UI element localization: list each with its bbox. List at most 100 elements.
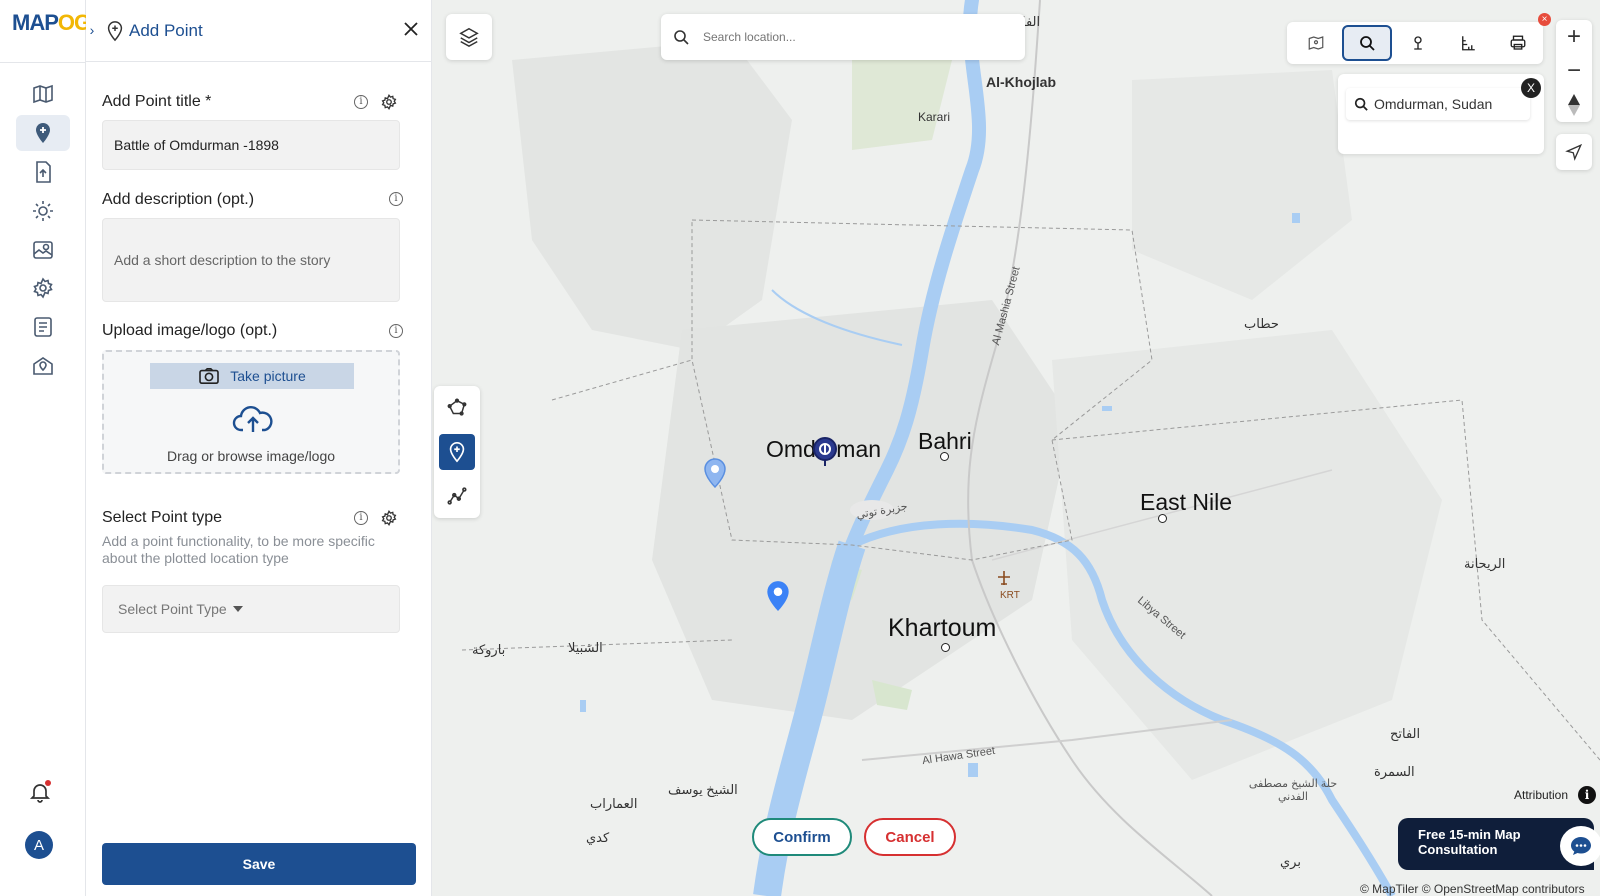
print-icon [1510, 35, 1526, 50]
chat-icon [1571, 837, 1591, 855]
panel-header: › Add Point [86, 0, 432, 62]
map-marker[interactable] [766, 580, 790, 612]
avatar[interactable]: A [25, 831, 53, 859]
save-button[interactable]: Save [102, 843, 416, 885]
info-icon[interactable]: i [389, 192, 403, 206]
add-point-icon [449, 442, 465, 463]
settings-sun-icon [33, 201, 53, 221]
close-tools-icon[interactable]: × [1538, 13, 1551, 26]
search-result-item[interactable]: Omdurman, Sudan [1346, 88, 1530, 120]
add-point-panel: › Add Point Add Point title * i Battle o… [86, 0, 432, 896]
tool-map-view[interactable] [1291, 25, 1341, 61]
caret-down-icon [232, 606, 243, 612]
map-label-ar-baroka: باروكة [472, 642, 506, 657]
layers-button[interactable] [446, 14, 492, 60]
search-result-card: Omdurman, Sudan [1338, 74, 1544, 154]
zoom-control: + − [1556, 20, 1592, 122]
rail-item-pin-box[interactable] [16, 348, 70, 384]
close-result-button[interactable]: X [1521, 78, 1541, 98]
take-picture-button[interactable]: Take picture [150, 363, 354, 389]
panel-title: Add Point [129, 21, 203, 40]
map-label-ar-shaykh-yusuf: الشيخ يوسف [668, 782, 738, 797]
zoom-out-button[interactable]: − [1556, 54, 1592, 88]
tool-pin[interactable] [1393, 25, 1443, 61]
add-point-icon [36, 123, 50, 143]
description-textarea[interactable]: Add a short description to the story [102, 218, 400, 302]
map-label-ar-hillat: حلة الشيخ مصطفى الفدني [1248, 778, 1338, 803]
camera-icon [199, 367, 220, 385]
app-root: MAPOG A › Add Point Add Point title * i … [0, 0, 1600, 896]
map-marker-light[interactable] [704, 458, 726, 488]
take-picture-label: Take picture [230, 368, 306, 384]
info-icon[interactable]: i [1578, 786, 1596, 804]
gear-icon[interactable] [380, 509, 398, 527]
rail-item-upload[interactable] [16, 154, 70, 190]
map-label-khartoum: Khartoum [888, 614, 997, 642]
map-tool-strip [1287, 22, 1543, 64]
new-point-marker[interactable] [812, 436, 838, 468]
rail-item-layers[interactable] [16, 232, 70, 268]
cloud-upload-icon [232, 406, 273, 432]
location-pin-icon [1414, 36, 1422, 50]
rail-item-map[interactable] [16, 76, 70, 112]
map-canvas[interactable]: Omdurman Bahri Khartoum East Nile Al-Kho… [432, 0, 1600, 896]
search-icon [1354, 97, 1368, 111]
map-view-icon [1308, 36, 1324, 50]
map-search-bar[interactable] [661, 14, 1025, 60]
draw-polygon-button[interactable] [439, 390, 475, 426]
search-icon [1360, 36, 1375, 51]
map-label-ar-amarat: العماراب [590, 796, 638, 811]
gear-icon [33, 277, 53, 299]
gear-icon[interactable] [380, 93, 398, 111]
map-label-karari: Karari [918, 110, 951, 124]
info-icon[interactable]: i [354, 511, 368, 525]
map-label-ar-shabila: الشبيلا [568, 640, 603, 655]
measure-icon [1462, 36, 1475, 51]
chat-button[interactable] [1560, 826, 1600, 866]
chevron-right-icon[interactable]: › [86, 18, 98, 42]
rail-item-sun-settings[interactable] [16, 193, 70, 229]
compass-button[interactable] [1556, 88, 1592, 122]
upload-dropzone[interactable]: Take picture Drag or browse image/logo [102, 350, 400, 474]
compass-icon [1568, 94, 1580, 116]
point-title-input[interactable]: Battle of Omdurman -1898 [102, 120, 400, 170]
point-type-select[interactable]: Select Point Type [102, 585, 400, 633]
rail-item-gear[interactable] [16, 270, 70, 306]
city-dot [940, 452, 949, 461]
tool-print[interactable] [1493, 25, 1543, 61]
close-panel-button[interactable] [400, 18, 422, 40]
description-label: Add description (opt.) [102, 191, 255, 208]
cancel-button[interactable]: Cancel [864, 818, 956, 856]
city-dot [1158, 514, 1167, 523]
draw-line-button[interactable] [439, 478, 475, 514]
map-label-krt: KRT [1000, 590, 1020, 601]
map-search-input[interactable] [703, 30, 983, 44]
map-label-east-nile: East Nile [1140, 489, 1233, 515]
map-label-bahri: Bahri [918, 428, 972, 454]
info-icon[interactable]: i [354, 95, 368, 109]
left-rail: MAPOG A [0, 0, 91, 896]
logo[interactable]: MAPOG [12, 10, 91, 36]
rail-divider [0, 62, 86, 63]
map-label-al-khojlab: Al-Khojlab [986, 74, 1056, 90]
geolocate-button[interactable] [1556, 134, 1592, 170]
rail-item-add-point[interactable] [16, 115, 70, 151]
airport-icon [998, 571, 1010, 585]
tool-search[interactable] [1342, 25, 1392, 61]
map-icon [33, 84, 53, 104]
upload-hint: Drag or browse image/logo [166, 448, 336, 464]
map-layers-icon [33, 241, 53, 259]
attribution-label[interactable]: Attribution [1514, 788, 1568, 802]
polyline-icon [447, 487, 467, 505]
zoom-in-button[interactable]: + [1556, 20, 1592, 54]
rail-item-report[interactable] [16, 309, 70, 345]
upload-label: Upload image/logo (opt.) [102, 322, 278, 339]
confirm-button[interactable]: Confirm [752, 818, 852, 856]
report-icon [34, 317, 52, 337]
info-icon[interactable]: i [389, 324, 403, 338]
search-icon [674, 30, 689, 45]
draw-point-button[interactable] [439, 434, 475, 470]
tool-measure[interactable] [1443, 25, 1493, 61]
map-label-ar-fatih: الفاتح [1390, 726, 1421, 741]
point-type-placeholder: Select Point Type [118, 601, 227, 617]
